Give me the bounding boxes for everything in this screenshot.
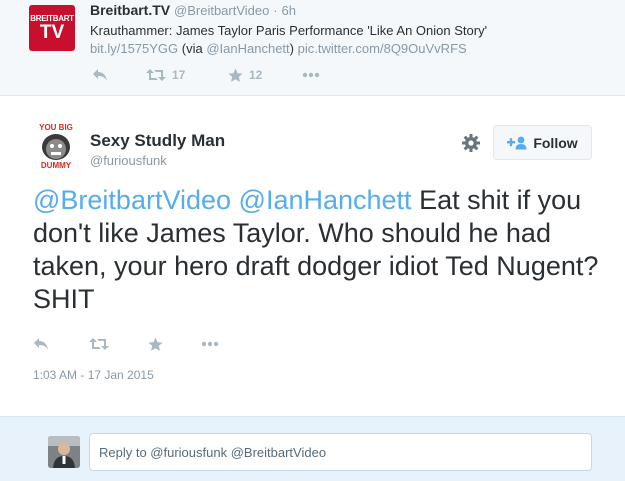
more-button[interactable] <box>201 335 219 353</box>
favorite-icon <box>148 337 163 351</box>
avatar-top-text: YOU BIG <box>39 123 73 132</box>
favorite-icon <box>228 68 243 82</box>
reply-icon <box>93 69 107 81</box>
tweet-datetime[interactable]: 1:03 AM - 17 Jan 2015 <box>33 368 154 382</box>
user-actions-button[interactable] <box>461 133 481 153</box>
follow-label: Follow <box>533 134 578 151</box>
favorite-count: 12 <box>249 68 263 82</box>
reply-input[interactable]: Reply to @furiousfunk @BreitbartVideo <box>89 433 592 471</box>
retweet-icon <box>146 69 166 81</box>
parent-reply-button[interactable] <box>92 66 108 84</box>
parent-tweet[interactable]: BREITBART TV Breitbart.TV @BreitbartVide… <box>0 0 625 96</box>
follow-user-icon <box>507 136 527 149</box>
parent-tweet-header: Breitbart.TV @BreitbartVideo · 6h <box>90 2 296 18</box>
avatar-logo-line2: TV <box>39 22 65 43</box>
reply-icon <box>34 338 48 350</box>
via-prefix: (via <box>181 41 207 56</box>
parent-short-link[interactable]: bit.ly/1575YGG <box>90 41 178 56</box>
author-handle[interactable]: @furiousfunk <box>90 153 167 168</box>
gear-icon <box>462 134 480 152</box>
parent-tweet-actions: 17 12 <box>90 66 390 84</box>
via-suffix: ) <box>289 41 294 56</box>
follow-button[interactable]: Follow <box>493 125 592 160</box>
author-name[interactable]: Sexy Studly Man <box>90 131 225 151</box>
mention-breitbartvideo[interactable]: @BreitbartVideo <box>33 185 231 215</box>
tweet-actions <box>33 335 333 353</box>
tweet-text: @BreitbartVideo @IanHanchett Eat shit if… <box>33 184 603 316</box>
author-avatar[interactable]: YOU BIG DUMMY <box>33 122 79 170</box>
parent-retweet-button[interactable]: 17 <box>146 66 185 84</box>
more-icon <box>302 72 320 78</box>
parent-tweet-links: bit.ly/1575YGG (via @IanHanchett) pic.tw… <box>90 40 467 57</box>
current-user-avatar <box>48 436 80 468</box>
parent-favorite-button[interactable]: 12 <box>228 66 262 84</box>
more-icon <box>201 341 219 347</box>
header-separator: · <box>273 3 278 18</box>
parent-author-name[interactable]: Breitbart.TV <box>90 2 170 18</box>
via-handle-link[interactable]: @IanHanchett <box>206 41 289 56</box>
reply-area: Reply to @furiousfunk @BreitbartVideo <box>0 416 625 481</box>
user-photo-image <box>48 436 80 468</box>
parent-more-button[interactable] <box>302 66 320 84</box>
breitbart-tv-avatar[interactable]: BREITBART TV <box>29 5 75 51</box>
mention-ianhanchett[interactable]: @IanHanchett <box>239 185 412 215</box>
dummy-face-avatar-image: YOU BIG DUMMY <box>33 122 79 170</box>
retweet-button[interactable] <box>89 335 109 353</box>
retweet-count: 17 <box>172 68 186 82</box>
parent-author-handle[interactable]: @BreitbartVideo <box>174 3 269 18</box>
parent-tweet-time[interactable]: 6h <box>281 3 295 18</box>
reply-button[interactable] <box>33 335 49 353</box>
retweet-icon <box>89 338 109 350</box>
parent-tweet-text: Krauthammer: James Taylor Paris Performa… <box>90 23 488 38</box>
favorite-button[interactable] <box>148 335 163 353</box>
avatar-bottom-text: DUMMY <box>41 161 72 170</box>
parent-pic-link[interactable]: pic.twitter.com/8Q9OuVvRFS <box>298 41 467 56</box>
